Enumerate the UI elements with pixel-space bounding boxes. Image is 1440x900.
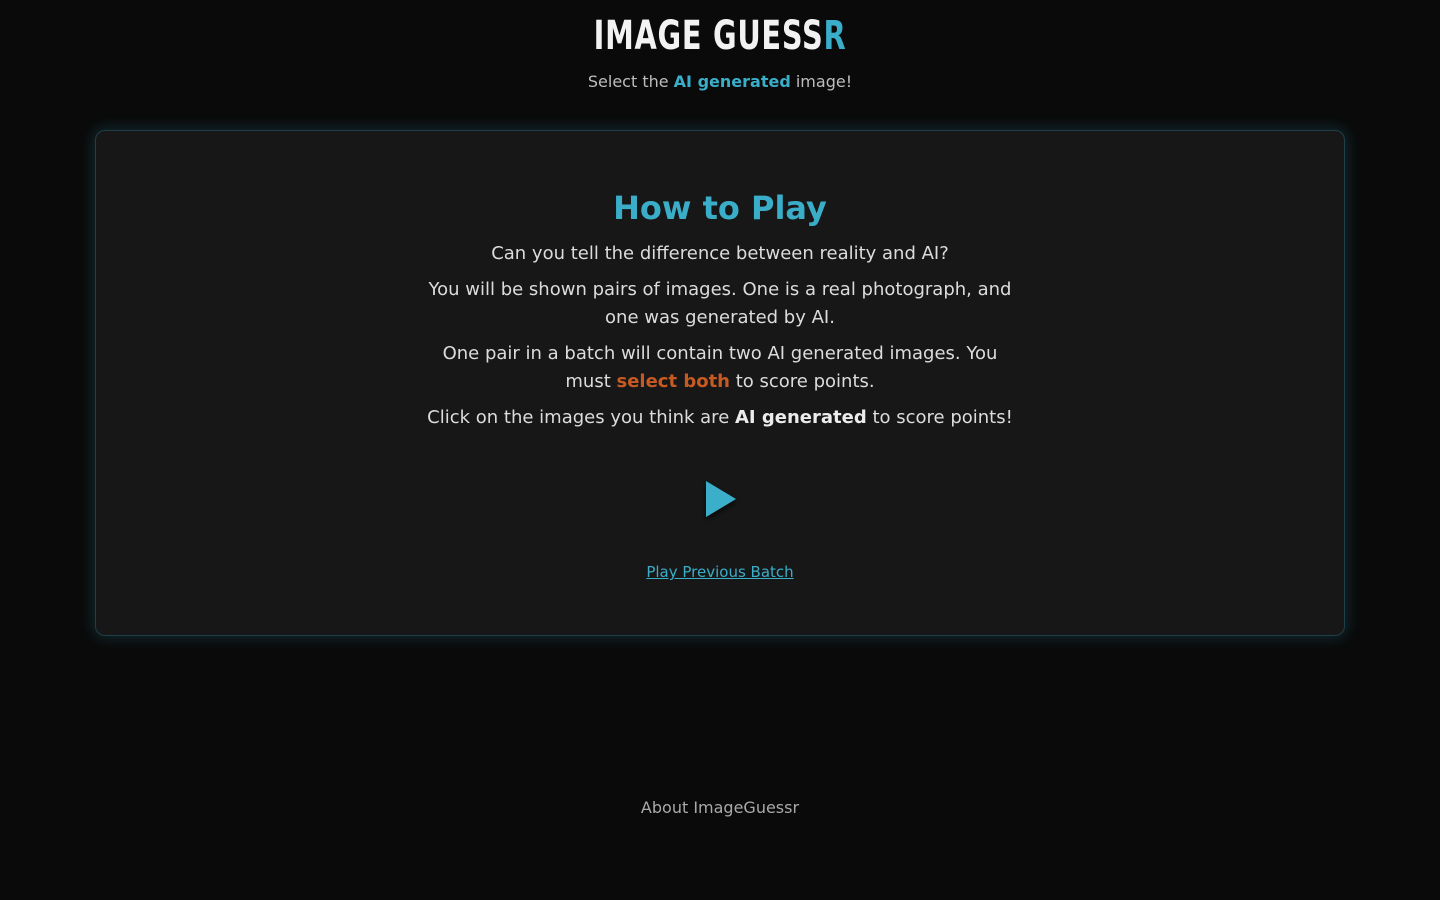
card-title: How to Play xyxy=(613,189,827,227)
tagline-before: Select the xyxy=(587,72,674,91)
tagline-after: image! xyxy=(790,72,853,91)
about-link[interactable]: About ImageGuessr xyxy=(641,798,799,817)
tagline: Select the AI generated image! xyxy=(0,71,1440,93)
play-button[interactable] xyxy=(690,469,750,529)
select-both-highlight: select both xyxy=(616,371,730,392)
batch-rule-paragraph: One pair in a batch will contain two AI … xyxy=(420,340,1020,396)
how-to-play-card: How to Play Can you tell the difference … xyxy=(95,130,1345,636)
site-logo[interactable]: IMAGE GUESSR xyxy=(202,10,1239,62)
intro-paragraph: Can you tell the difference between real… xyxy=(491,243,949,264)
page-footer: About ImageGuessr xyxy=(0,797,1440,819)
instruction-paragraph: Click on the images you think are AI gen… xyxy=(420,404,1020,432)
ai-generated-bold: AI generated xyxy=(734,407,867,428)
previous-batch-container: Play Previous Batch xyxy=(96,562,1344,582)
logo-accent-letter: R xyxy=(823,13,847,59)
batch-rule-after: to score points. xyxy=(730,371,875,392)
play-previous-batch-link[interactable]: Play Previous Batch xyxy=(646,563,793,581)
instruction-before: Click on the images you think are xyxy=(427,407,735,428)
tagline-highlight: AI generated xyxy=(673,72,791,91)
play-triangle-icon xyxy=(706,481,736,517)
logo-main-text: IMAGE GUESS xyxy=(593,13,824,59)
instruction-after: to score points! xyxy=(866,407,1013,428)
pairs-paragraph: You will be shown pairs of images. One i… xyxy=(428,279,1012,328)
